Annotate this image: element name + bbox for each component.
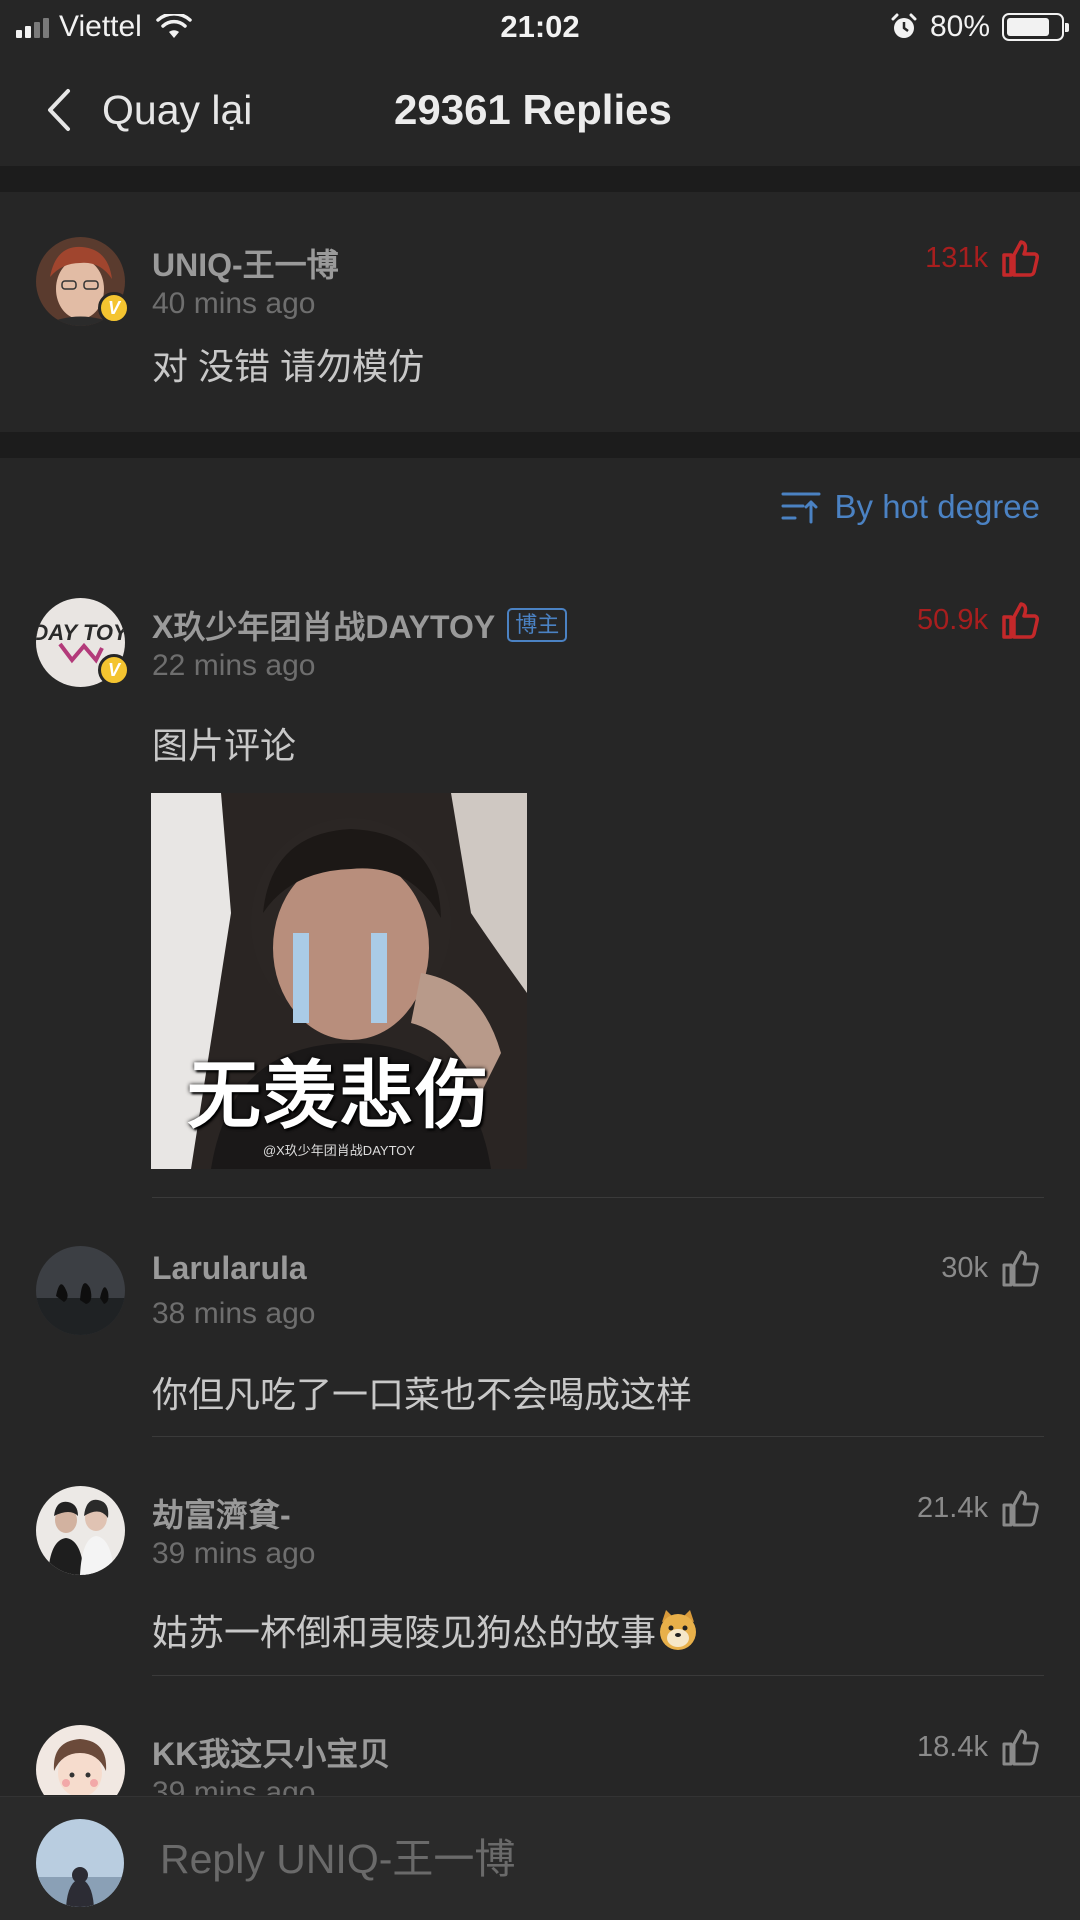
sort-label: By hot degree bbox=[834, 488, 1040, 525]
image-caption: 无羡悲伤 bbox=[187, 1054, 491, 1137]
username-text: UNIQ-王一博 bbox=[152, 247, 339, 283]
like-button[interactable]: 30k bbox=[941, 1248, 1040, 1288]
username-text: KK我这只小宝贝 bbox=[152, 1736, 391, 1772]
battery-percent: 80% bbox=[929, 10, 990, 43]
like-button[interactable]: 21.4k bbox=[917, 1488, 1040, 1528]
avatar[interactable] bbox=[36, 1486, 125, 1575]
username-text: X玖少年团肖战DAYTOY bbox=[152, 609, 496, 645]
username[interactable]: KK我这只小宝贝 bbox=[152, 1729, 390, 1775]
timestamp: 22 mins ago bbox=[152, 649, 316, 682]
signal-icon bbox=[16, 16, 49, 38]
thumbs-up-icon bbox=[1002, 602, 1039, 639]
like-count: 50.9k bbox=[917, 603, 988, 636]
like-count: 18.4k bbox=[917, 1730, 988, 1763]
like-button[interactable]: 50.9k bbox=[917, 600, 1040, 640]
sort-button[interactable]: By hot degree bbox=[781, 488, 1040, 526]
back-button[interactable]: Quay lại bbox=[44, 87, 252, 134]
nav-bar: Quay lại 29361 Replies bbox=[0, 54, 1080, 166]
comment-text-row: 姑苏一杯倒和夷陵见狗怂的故事 bbox=[152, 1604, 700, 1656]
like-button[interactable]: 18.4k bbox=[917, 1727, 1040, 1767]
avatar[interactable] bbox=[36, 1246, 125, 1335]
sort-icon bbox=[781, 492, 821, 524]
username[interactable]: Larularula bbox=[152, 1250, 307, 1287]
avatar[interactable] bbox=[36, 1725, 125, 1795]
username-text: Larularula bbox=[152, 1250, 307, 1286]
comment-text: 对 没错 请勿模仿 bbox=[152, 346, 425, 387]
like-count: 30k bbox=[941, 1251, 988, 1284]
alarm-icon bbox=[891, 13, 917, 38]
wifi-icon bbox=[156, 14, 192, 38]
thumbs-up-icon bbox=[1002, 1729, 1039, 1766]
blogger-badge: 博主 bbox=[507, 608, 568, 642]
image-watermark: @X玖少年团肖战DAYTOY bbox=[262, 1143, 416, 1158]
doge-emoji-icon bbox=[660, 1610, 697, 1650]
divider bbox=[152, 1436, 1044, 1437]
status-bar: Viettel 21:02 80% bbox=[0, 0, 1080, 54]
section-gap bbox=[0, 166, 1080, 192]
scroll-content[interactable]: Viettel 21:02 80% Quay lại 29361 Replies… bbox=[0, 0, 1080, 1795]
comment-text: 图片评论 bbox=[152, 725, 297, 766]
username[interactable]: UNIQ-王一博 bbox=[152, 240, 339, 286]
comment-image[interactable]: 无羡悲伤 @X玖少年团肖战DAYTOY bbox=[151, 793, 527, 1169]
like-count: 21.4k bbox=[917, 1491, 988, 1524]
back-label: Quay lại bbox=[102, 86, 253, 133]
page-title: 29361 Replies bbox=[394, 86, 672, 133]
carrier-name: Viettel bbox=[59, 10, 142, 43]
timestamp: 38 mins ago bbox=[152, 1297, 316, 1330]
back-chevron-icon bbox=[48, 89, 70, 131]
reply-bar bbox=[0, 1796, 1080, 1920]
comment-text: 姑苏一杯倒和夷陵见狗怂的故事 bbox=[152, 1612, 657, 1653]
root-comment[interactable]: V UNIQ-王一博 40 mins ago 对 没错 请勿模仿 131k bbox=[0, 192, 1080, 432]
battery-icon bbox=[1002, 13, 1069, 41]
my-avatar[interactable] bbox=[36, 1819, 124, 1907]
username[interactable]: 劫富濟貧- bbox=[152, 1490, 291, 1536]
like-button[interactable]: 131k bbox=[925, 238, 1040, 278]
divider bbox=[152, 1675, 1044, 1676]
comment-text: 你但凡吃了一口菜也不会喝成这样 bbox=[152, 1374, 693, 1415]
timestamp: 39 mins ago bbox=[152, 1537, 316, 1570]
section-gap bbox=[0, 432, 1080, 458]
timestamp: 40 mins ago bbox=[152, 287, 316, 320]
timestamp: 39 mins ago bbox=[152, 1776, 316, 1795]
username-text: 劫富濟貧- bbox=[152, 1497, 291, 1533]
username[interactable]: X玖少年团肖战DAYTOY 博主 bbox=[152, 602, 568, 648]
divider bbox=[152, 1197, 1044, 1198]
avatar-logo-text: DAY TOY bbox=[36, 620, 125, 645]
verified-icon: V bbox=[98, 654, 130, 686]
thumbs-up-icon bbox=[1002, 1250, 1039, 1287]
reply-input[interactable] bbox=[160, 1827, 1040, 1891]
like-count: 131k bbox=[925, 241, 988, 274]
thumbs-up-icon bbox=[1002, 240, 1039, 277]
verified-icon: V bbox=[98, 292, 130, 324]
thumbs-up-icon bbox=[1002, 1490, 1039, 1527]
